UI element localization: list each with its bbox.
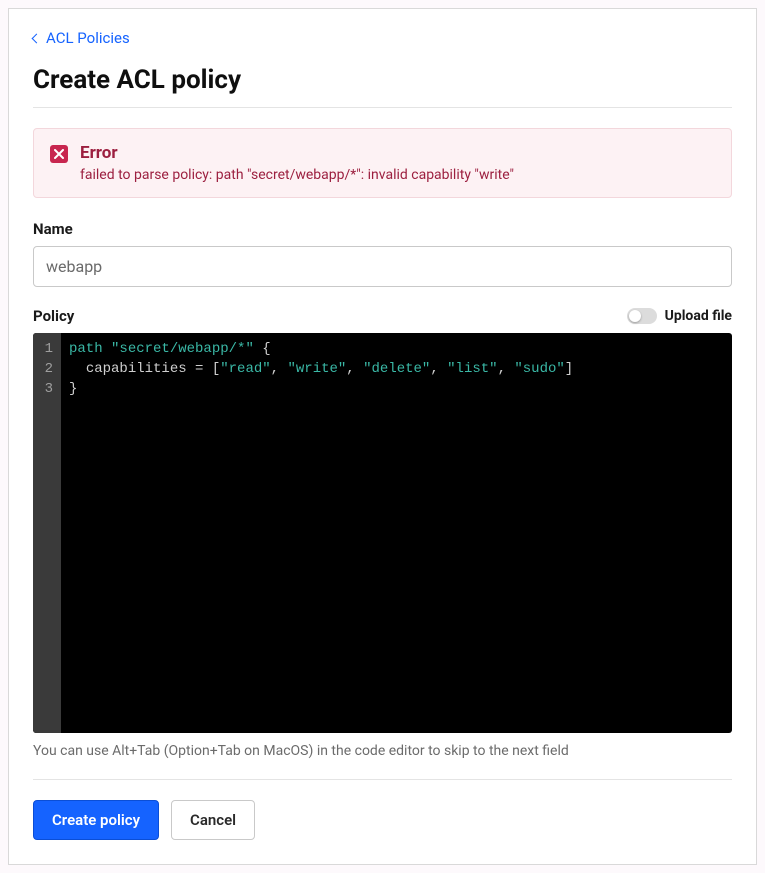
alert-content: Error failed to parse policy: path "secr… [80,143,715,183]
upload-file-control: Upload file [627,308,732,324]
name-input[interactable] [33,246,732,287]
line-number: 3 [43,379,53,399]
page-title: Create ACL policy [33,65,732,108]
error-alert: Error failed to parse policy: path "secr… [33,128,732,198]
line-number: 1 [43,339,53,359]
alert-message: failed to parse policy: path "secret/web… [80,167,715,183]
policy-label: Policy [33,307,74,325]
upload-file-label: Upload file [665,308,732,324]
breadcrumb: ACL Policies [33,29,732,47]
code-area[interactable]: path "secret/webapp/*" { capabilities = … [61,333,732,733]
policy-header: Policy Upload file [33,307,732,325]
alert-title: Error [80,143,715,163]
create-policy-button[interactable]: Create policy [33,800,159,840]
cancel-button[interactable]: Cancel [171,800,255,840]
upload-file-toggle[interactable] [627,308,657,324]
line-number: 2 [43,359,53,379]
helper-text: You can use Alt+Tab (Option+Tab on MacOS… [33,743,732,780]
name-label: Name [33,220,732,238]
error-icon [50,145,68,163]
code-gutter: 123 [33,333,61,733]
code-line: path "secret/webapp/*" { [69,339,724,359]
code-line: capabilities = ["read", "write", "delete… [69,359,724,379]
breadcrumb-parent-label: ACL Policies [46,29,130,47]
chevron-left-icon [32,33,42,43]
button-row: Create policy Cancel [33,800,732,840]
code-line: } [69,379,724,399]
page-container: ACL Policies Create ACL policy Error fai… [8,8,757,865]
code-editor[interactable]: 123 path "secret/webapp/*" { capabilitie… [33,333,732,733]
breadcrumb-parent-link[interactable]: ACL Policies [33,29,130,47]
